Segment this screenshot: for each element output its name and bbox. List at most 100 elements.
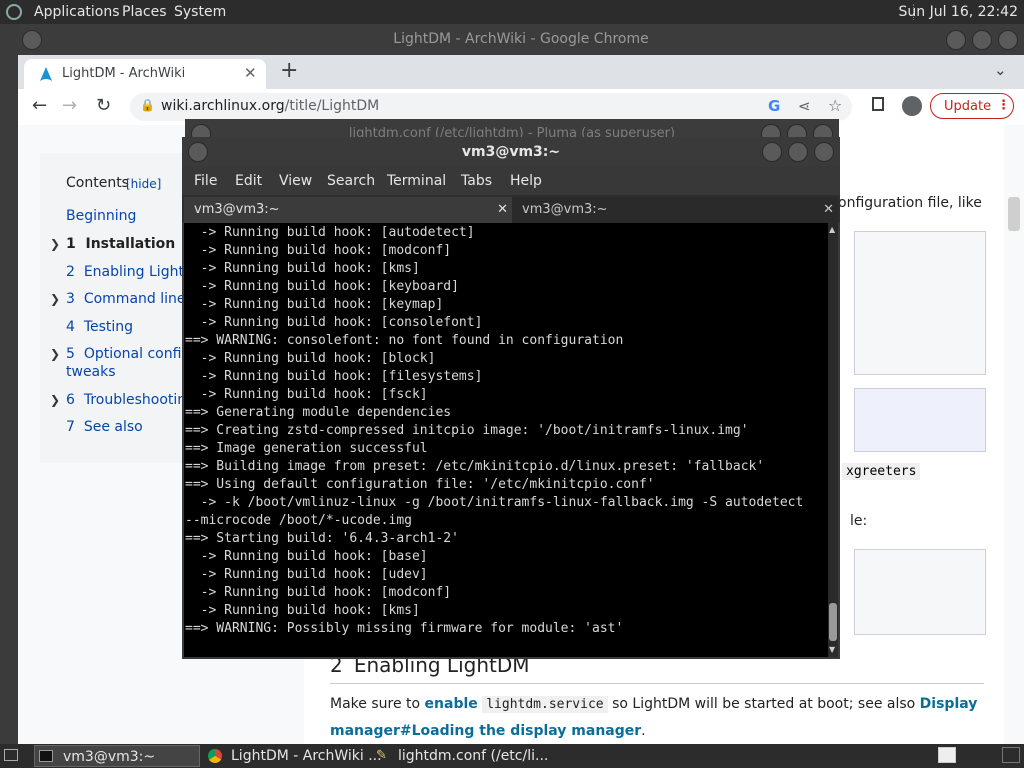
- chrome-titlebar[interactable]: LightDM - ArchWiki - Google Chrome: [18, 24, 1024, 55]
- tab-close-icon[interactable]: ✕: [244, 64, 257, 82]
- display-manager-loading-link[interactable]: manager#Loading the display manager: [330, 723, 641, 739]
- window-menu-icon[interactable]: [22, 30, 42, 50]
- close-icon[interactable]: [998, 30, 1018, 50]
- menu-terminal[interactable]: Terminal: [387, 173, 446, 189]
- article-text-fragment-2: le:: [850, 513, 868, 529]
- tab-title: LightDM - ArchWiki: [62, 66, 186, 81]
- terminal-line: ==> Generating module dependencies: [185, 405, 452, 420]
- tab-search-chevron-icon[interactable]: ⌄: [994, 61, 1007, 79]
- note-box: [854, 388, 986, 452]
- terminal-tab-1[interactable]: vm3@vm3:~ ✕: [184, 197, 512, 223]
- bookmark-star-icon[interactable]: ☆: [828, 96, 842, 115]
- workspace-1-icon[interactable]: [938, 747, 956, 763]
- task-chrome[interactable]: LightDM - ArchWiki ...: [204, 745, 382, 767]
- toc-title: Contents: [66, 175, 129, 191]
- window-menu-icon[interactable]: [188, 142, 208, 162]
- lock-icon[interactable]: 🔒: [140, 98, 155, 112]
- menu-applications[interactable]: Applications: [34, 4, 120, 20]
- back-icon[interactable]: ←: [32, 95, 47, 116]
- terminal-app-icon: [39, 750, 53, 762]
- tab-close-icon[interactable]: ✕: [823, 197, 834, 223]
- clock[interactable]: Sun Jul 16, 22:42: [899, 4, 1019, 20]
- toc-expand-icon[interactable]: ❯: [50, 347, 60, 361]
- code-block-2: [854, 549, 986, 635]
- menu-places[interactable]: Places: [122, 4, 167, 20]
- toc-expand-icon[interactable]: ❯: [50, 237, 60, 251]
- tab-close-icon[interactable]: ✕: [497, 197, 508, 223]
- google-icon[interactable]: G: [768, 97, 780, 115]
- toc-item-optional-cont[interactable]: tweaks: [66, 364, 116, 380]
- maximize-icon[interactable]: [788, 142, 808, 162]
- terminal-line: -> Running build hook: [fsck]: [185, 387, 428, 402]
- tab-lightdm-archwiki[interactable]: LightDM - ArchWiki ✕: [24, 59, 266, 89]
- toc-expand-icon[interactable]: ❯: [50, 393, 60, 407]
- terminal-line: ==> Starting build: '6.4.3-arch1-2': [185, 531, 459, 546]
- code-block: [854, 231, 986, 375]
- top-panel: Applications Places System Sun Jul 16, 2…: [0, 0, 1024, 24]
- terminal-line: -> Running build hook: [modconf]: [185, 585, 452, 600]
- menu-edit[interactable]: Edit: [235, 173, 262, 189]
- menu-file[interactable]: File: [194, 173, 217, 189]
- workspace-2-icon[interactable]: [1002, 747, 1020, 763]
- section-paragraph: Make sure to enable lightdm.service so L…: [330, 696, 978, 739]
- terminal-line: -> Running build hook: [keyboard]: [185, 279, 459, 294]
- menu-tabs[interactable]: Tabs: [461, 173, 492, 189]
- toc-item-testing[interactable]: 4 Testing: [66, 319, 133, 335]
- side-panel-icon[interactable]: [872, 97, 884, 111]
- menu-system[interactable]: System: [174, 4, 226, 20]
- toc-item-optional[interactable]: 5 Optional configu: [66, 346, 199, 362]
- terminal-tabbar: vm3@vm3:~ ✕ vm3@vm3:~ ✕: [182, 195, 840, 223]
- terminal-window: vm3@vm3:~ File Edit View Search Terminal…: [182, 137, 840, 659]
- terminal-scrollbar-thumb[interactable]: [829, 603, 837, 641]
- share-icon[interactable]: ⋖: [798, 97, 811, 115]
- new-tab-icon[interactable]: +: [280, 58, 298, 83]
- menu-help[interactable]: Help: [510, 173, 542, 189]
- terminal-titlebar[interactable]: vm3@vm3:~: [182, 137, 840, 167]
- toc-item-see-also[interactable]: 7 See also: [66, 419, 143, 435]
- maximize-icon[interactable]: [972, 30, 992, 50]
- terminal-line: -> Running build hook: [keymap]: [185, 297, 444, 312]
- reload-icon[interactable]: ↻: [96, 95, 111, 116]
- bottom-taskbar: vm3@vm3:~ LightDM - ArchWiki ... ✎ light…: [0, 744, 1024, 768]
- terminal-line: -> Running build hook: [udev]: [185, 567, 428, 582]
- scroll-up-icon[interactable]: ▲: [829, 225, 835, 234]
- display-manager-link[interactable]: Display: [920, 696, 978, 712]
- mate-logo-icon[interactable]: [6, 4, 22, 20]
- terminal-line: -> Running build hook: [autodetect]: [185, 225, 475, 240]
- toc-hide-link[interactable]: [hide]: [126, 177, 161, 191]
- url-text[interactable]: wiki.archlinux.org/title/LightDM: [161, 98, 379, 114]
- toc-item-installation[interactable]: 1 Installation: [66, 236, 175, 252]
- code-inline-xgreeters: xgreeters: [842, 463, 921, 480]
- page-scrollbar-thumb[interactable]: [1008, 197, 1020, 231]
- terminal-tab-2[interactable]: vm3@vm3:~ ✕: [512, 197, 838, 223]
- task-terminal[interactable]: vm3@vm3:~: [34, 745, 200, 767]
- terminal-line: ==> WARNING: consolefont: no font found …: [185, 333, 624, 348]
- terminal-output[interactable]: -> Running build hook: [autodetect] -> R…: [184, 223, 828, 657]
- terminal-scrollbar[interactable]: ▲ ▼: [828, 223, 838, 657]
- profile-avatar-icon[interactable]: [902, 96, 922, 116]
- minimize-icon[interactable]: [762, 142, 782, 162]
- toc-item-beginning[interactable]: Beginning: [66, 208, 136, 224]
- code-lightdm-service: lightdm.service: [482, 696, 608, 713]
- kebab-menu-icon[interactable]: ⋮: [997, 98, 1010, 113]
- toc-item-troubleshooting[interactable]: 6 Troubleshooting: [66, 392, 195, 408]
- article-text-fragment: onfiguration file, like: [838, 195, 982, 211]
- scroll-down-icon[interactable]: ▼: [829, 645, 835, 654]
- update-button[interactable]: Update ⋮: [930, 93, 1014, 119]
- toc-expand-icon[interactable]: ❯: [50, 292, 60, 306]
- task-pluma[interactable]: ✎ lightdm.conf (/etc/li...: [374, 745, 548, 767]
- address-bar[interactable]: 🔒 wiki.archlinux.org/title/LightDM G ⋖ ☆: [130, 93, 852, 121]
- terminal-line: ==> Building image from preset: /etc/mki…: [185, 459, 765, 474]
- enable-link[interactable]: enable: [425, 696, 478, 712]
- terminal-line: -> Running build hook: [consolefont]: [185, 315, 483, 330]
- menu-view[interactable]: View: [279, 173, 312, 189]
- terminal-line: --microcode /boot/*-ucode.img: [185, 513, 412, 528]
- terminal-line: ==> Creating zstd-compressed initcpio im…: [185, 423, 749, 438]
- show-desktop-icon[interactable]: [4, 749, 18, 761]
- close-icon[interactable]: [814, 142, 834, 162]
- forward-icon[interactable]: →: [62, 95, 77, 116]
- terminal-line: -> Running build hook: [kms]: [185, 261, 420, 276]
- menu-search[interactable]: Search: [327, 173, 375, 189]
- terminal-line: -> Running build hook: [kms]: [185, 603, 420, 618]
- minimize-icon[interactable]: [946, 30, 966, 50]
